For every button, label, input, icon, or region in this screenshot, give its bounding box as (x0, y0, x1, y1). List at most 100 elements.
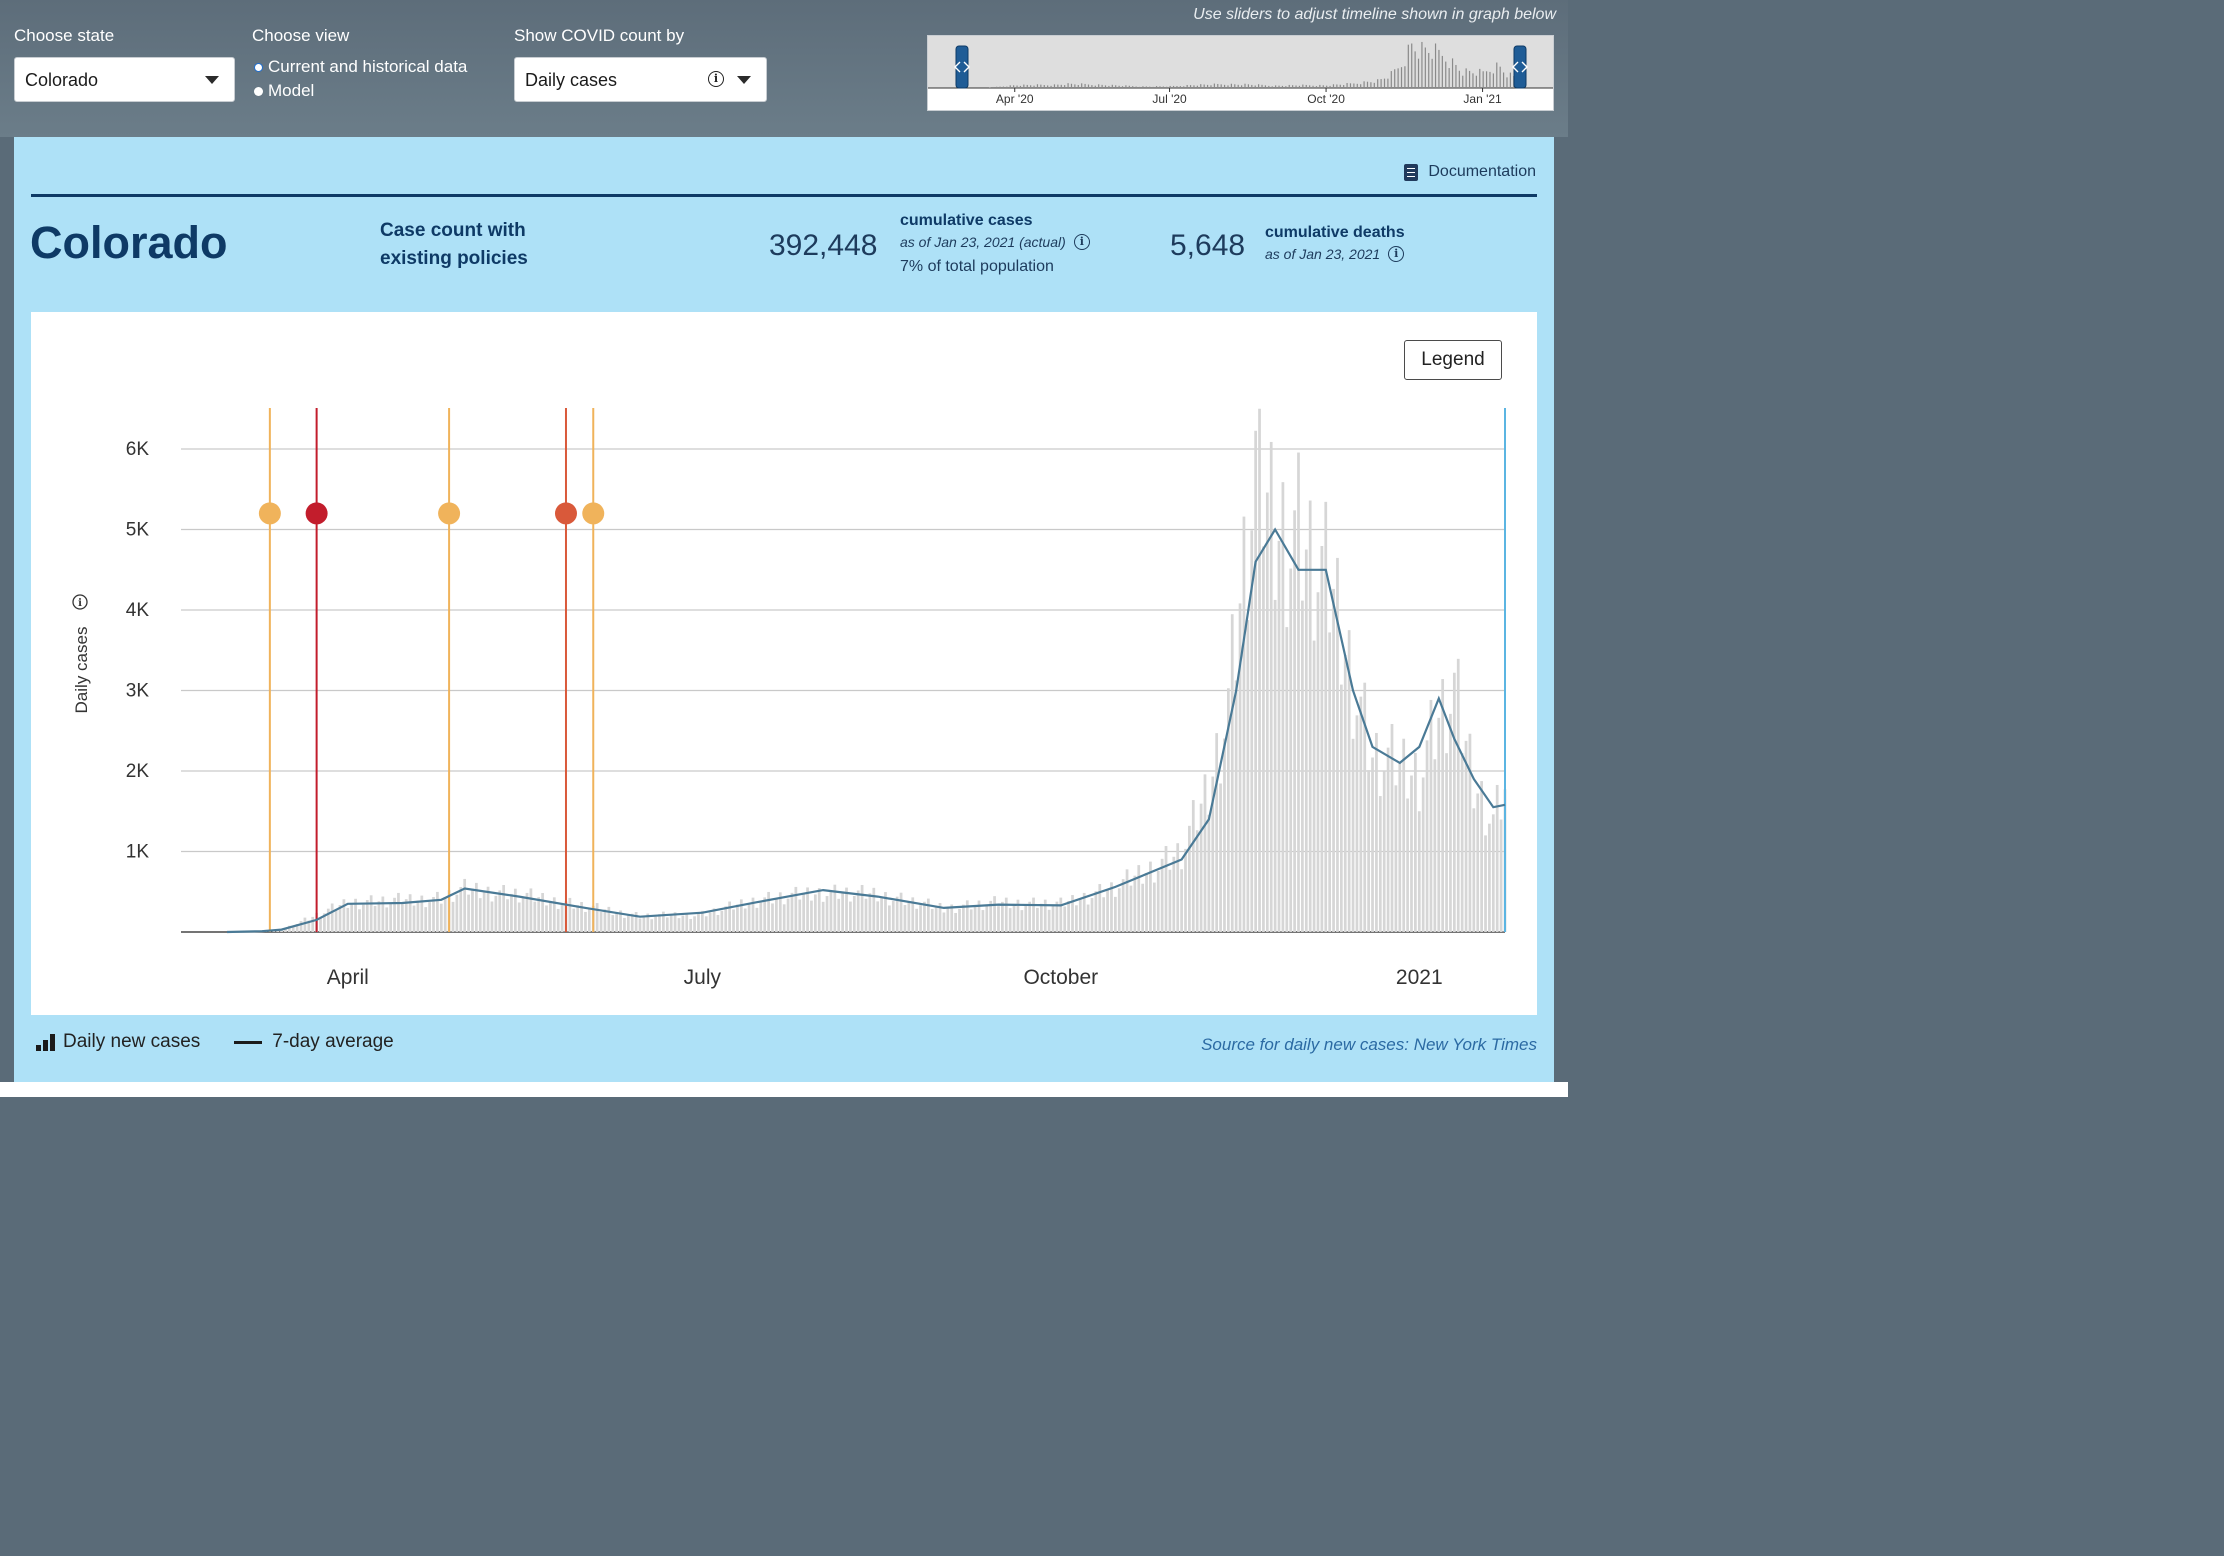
timeline-bar (1070, 83, 1073, 88)
daily-bar (1145, 872, 1148, 932)
daily-bar (1168, 869, 1172, 932)
daily-bar (1254, 430, 1257, 932)
timeline-bar (1468, 70, 1471, 88)
daily-bar (303, 917, 307, 932)
daily-bar (950, 904, 954, 932)
daily-bar (856, 890, 860, 932)
timeline-slider[interactable]: Apr '20 Jul '20 Oct '20 Jan '21 (927, 35, 1554, 111)
daily-bar (1343, 654, 1347, 932)
timeline-bar (1176, 86, 1178, 88)
radio-unselected-icon (254, 86, 263, 96)
timeline-bar (1251, 84, 1253, 88)
daily-bar (1297, 452, 1300, 932)
daily-bar (471, 888, 474, 932)
timeline-bar (1346, 83, 1348, 88)
timeline-bar (1285, 86, 1287, 88)
timeline-bar (1189, 85, 1192, 88)
daily-bar (541, 892, 544, 932)
view-option-model[interactable]: Model (254, 81, 314, 101)
timeline-tick-label: Jul '20 (1152, 92, 1187, 106)
daily-bar (1129, 885, 1133, 932)
daily-bar (954, 912, 957, 932)
daily-bar (868, 893, 872, 932)
view-option-current[interactable]: Current and historical data (254, 57, 467, 77)
daily-bar (397, 892, 400, 932)
daily-bar (1121, 879, 1125, 932)
x-tick-label: April (327, 966, 369, 989)
timeline-bar (1084, 83, 1086, 88)
view-option-current-label: Current and historical data (268, 57, 468, 76)
daily-bar (1304, 549, 1308, 932)
daily-bar (490, 901, 494, 932)
daily-bar (1047, 909, 1051, 932)
state-select[interactable]: Colorado (14, 57, 235, 102)
daily-bar (1215, 733, 1219, 932)
daily-bar (1004, 897, 1008, 932)
timeline-bar (1397, 68, 1399, 88)
y-tick-label: 5K (126, 520, 150, 541)
daily-bar (1001, 901, 1004, 932)
daily-bar (1320, 545, 1324, 932)
daily-bar (1476, 793, 1480, 932)
daily-bar (895, 896, 899, 932)
daily-bar (1449, 713, 1452, 932)
timeline-bar (1264, 85, 1267, 88)
daily-bar (923, 901, 926, 932)
timeline-bar (1356, 83, 1358, 88)
timeline-bar (1128, 85, 1130, 88)
info-icon[interactable]: i (1073, 234, 1090, 250)
timeline-bar (1237, 84, 1239, 88)
daily-bar (424, 907, 428, 932)
daily-bar (919, 905, 922, 932)
timeline-bar (1125, 85, 1127, 88)
daily-bar (1488, 823, 1491, 932)
daily-bar (1207, 814, 1211, 932)
daily-bar (1375, 732, 1378, 932)
timeline-bar (1104, 85, 1107, 88)
daily-bar (891, 900, 895, 932)
daily-bar (533, 901, 537, 932)
documentation-link[interactable]: Documentation (1404, 163, 1536, 181)
daily-bar (1090, 898, 1094, 932)
daily-bar (985, 905, 989, 932)
timeline-bar (1434, 43, 1437, 88)
daily-bar (860, 884, 864, 932)
daily-bar (689, 918, 693, 932)
daily-bar (358, 909, 361, 932)
daily-bar (389, 902, 393, 932)
daily-bar (880, 896, 883, 932)
timeline-bar (1319, 84, 1321, 88)
count-select[interactable]: Daily cases i (514, 57, 767, 102)
view-option-model-label: Model (268, 81, 315, 100)
daily-bar (1269, 441, 1273, 932)
daily-bar (1067, 900, 1070, 932)
daily-bar (681, 915, 685, 932)
daily-bar (1281, 482, 1285, 932)
timeline-bar (1309, 85, 1311, 88)
timeline-right-handle[interactable] (1512, 45, 1528, 89)
daily-bar (810, 900, 813, 932)
info-icon[interactable]: i (1388, 246, 1405, 262)
timeline-tick-label: Apr '20 (996, 92, 1034, 106)
daily-bar (677, 918, 681, 932)
daily-bar (724, 906, 728, 932)
timeline-bar (1234, 84, 1236, 88)
timeline-left-handle[interactable] (954, 45, 970, 89)
timeline-bar (1162, 86, 1164, 88)
daily-bar (1351, 738, 1355, 932)
daily-bar (1172, 856, 1176, 932)
daily-bar (494, 895, 498, 932)
timeline-bar (1203, 84, 1205, 88)
daily-bar (732, 909, 735, 932)
daily-bar (1242, 516, 1246, 932)
timeline-bar (1275, 85, 1277, 88)
daily-bar (1258, 408, 1261, 932)
daily-bar (685, 912, 689, 932)
daily-bar (993, 896, 996, 932)
info-icon[interactable]: i (708, 71, 724, 87)
timeline-bar (1377, 79, 1379, 88)
timeline-bar (1268, 85, 1270, 88)
daily-bar (642, 916, 646, 932)
timeline-bar (1492, 73, 1494, 88)
daily-bar (1339, 684, 1343, 932)
